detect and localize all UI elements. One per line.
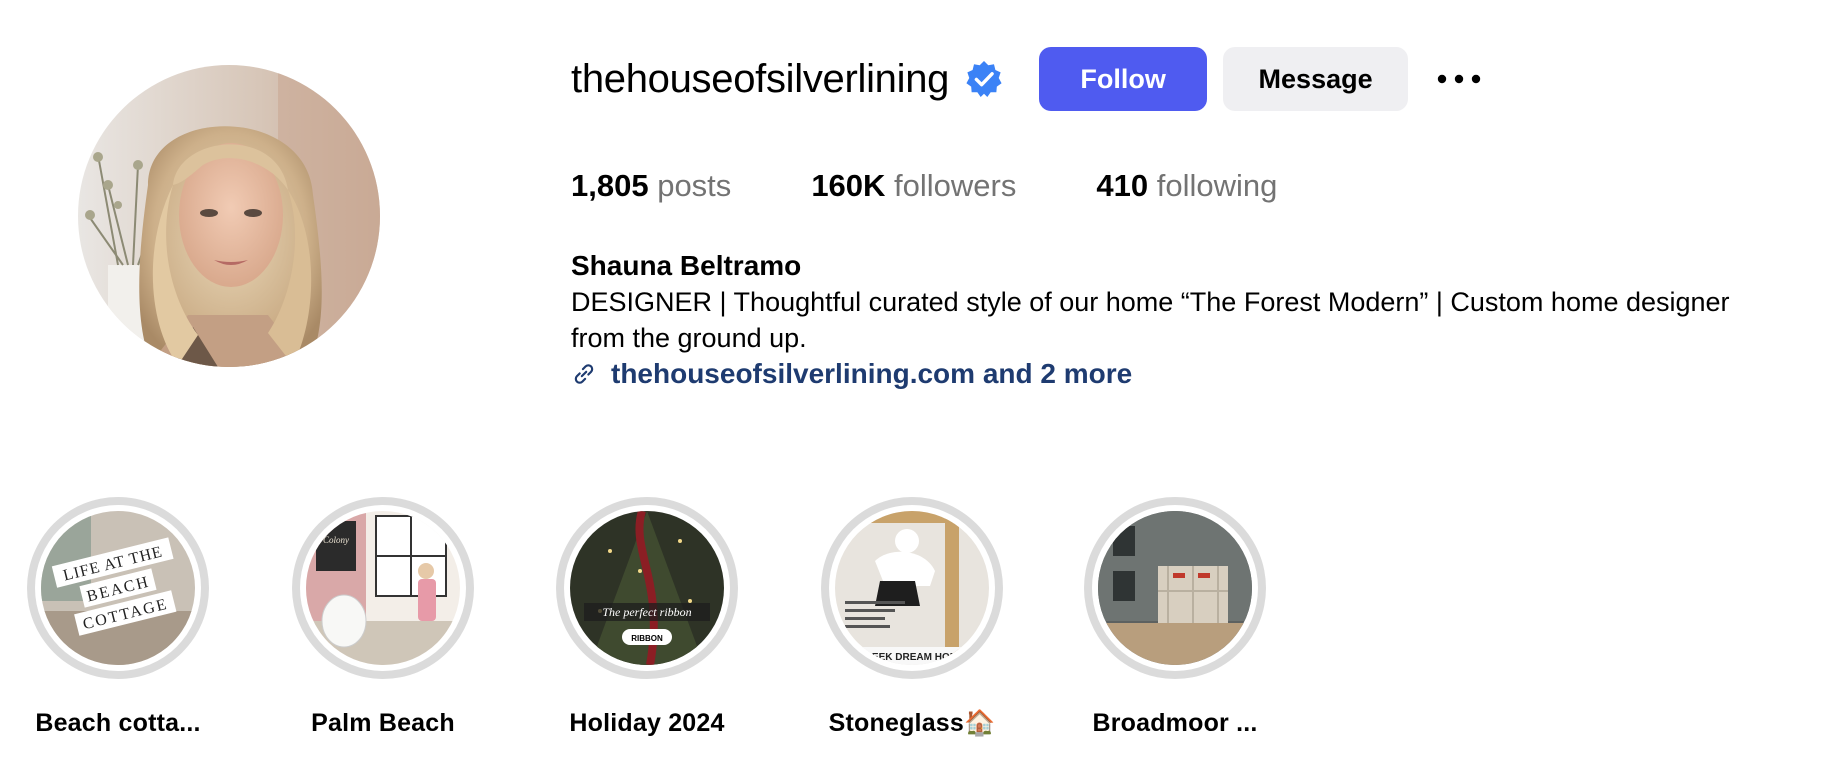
highlight-cover bbox=[1098, 511, 1252, 665]
highlight-ring: PEEK DREAM HOME bbox=[821, 497, 1003, 679]
profile-username: thehouseofsilverlining bbox=[571, 56, 950, 101]
followers-count: 160K bbox=[811, 168, 886, 203]
highlight-ring: The perfect ribbon RIBBON bbox=[556, 497, 738, 679]
profile-stats: 1,805 posts 160K followers 410 following bbox=[571, 168, 1357, 204]
profile-page: thehouseofsilverlining Follow Message 1,… bbox=[0, 0, 1835, 774]
cover-text: PEEK DREAM HOME bbox=[865, 652, 965, 663]
more-options-icon[interactable] bbox=[1435, 47, 1483, 111]
posts-count: 1,805 bbox=[571, 168, 649, 203]
profile-header: thehouseofsilverlining Follow Message bbox=[571, 47, 1483, 111]
posts-stat: 1,805 posts bbox=[571, 168, 731, 204]
highlight-label: Stoneglass🏠 bbox=[828, 709, 996, 737]
highlight-label: Beach cotta... bbox=[35, 709, 201, 737]
story-highlights: LIFE AT THE BEACH COTTAGE Beach cotta... bbox=[0, 497, 1835, 737]
highlight-item[interactable]: Broadmoor ... bbox=[1055, 497, 1295, 738]
highlight-cover: PEEK DREAM HOME bbox=[835, 511, 989, 665]
highlight-item[interactable]: LIFE AT THE BEACH COTTAGE Beach cotta... bbox=[0, 497, 238, 738]
highlight-ring: Colony bbox=[292, 497, 474, 679]
profile-avatar[interactable] bbox=[78, 65, 380, 367]
highlight-cover: The perfect ribbon RIBBON bbox=[570, 511, 724, 665]
followers-stat[interactable]: 160K followers bbox=[811, 168, 1016, 204]
link-icon bbox=[571, 361, 597, 387]
cover-text: The perfect ribbon bbox=[602, 605, 691, 619]
message-button[interactable]: Message bbox=[1223, 47, 1409, 111]
verified-badge-icon bbox=[965, 60, 1003, 98]
highlight-item[interactable]: The perfect ribbon RIBBON Holiday 2024 bbox=[527, 497, 767, 738]
bio-text: DESIGNER | Thoughtful curated style of o… bbox=[571, 287, 1730, 353]
follow-button[interactable]: Follow bbox=[1039, 47, 1208, 111]
followers-label: followers bbox=[894, 168, 1017, 203]
highlight-label: Holiday 2024 bbox=[569, 709, 725, 737]
highlight-item[interactable]: Colony Palm Beach bbox=[263, 497, 503, 738]
following-count: 410 bbox=[1096, 168, 1149, 203]
cover-text: Colony bbox=[323, 535, 349, 545]
profile-full-name: Shauna Beltramo bbox=[571, 250, 802, 281]
posts-label: posts bbox=[657, 168, 732, 203]
bio-link-text: thehouseofsilverlining.com and 2 more bbox=[611, 358, 1133, 389]
highlight-cover: LIFE AT THE BEACH COTTAGE bbox=[41, 511, 195, 665]
highlight-ring bbox=[1084, 497, 1266, 679]
cover-text: RIBBON bbox=[631, 634, 663, 643]
highlight-ring: LIFE AT THE BEACH COTTAGE bbox=[27, 497, 209, 679]
highlight-item[interactable]: PEEK DREAM HOME Stoneglass🏠 bbox=[792, 497, 1032, 738]
avatar-photo bbox=[78, 65, 380, 367]
highlight-label: Broadmoor ... bbox=[1092, 709, 1258, 737]
following-label: following bbox=[1156, 168, 1278, 203]
highlight-label: Palm Beach bbox=[311, 709, 455, 737]
profile-bio: Shauna Beltramo DESIGNER | Thoughtful cu… bbox=[571, 248, 1835, 392]
bio-link[interactable]: thehouseofsilverlining.com and 2 more bbox=[571, 356, 1835, 392]
following-stat[interactable]: 410 following bbox=[1096, 168, 1277, 204]
highlight-cover: Colony bbox=[306, 511, 460, 665]
